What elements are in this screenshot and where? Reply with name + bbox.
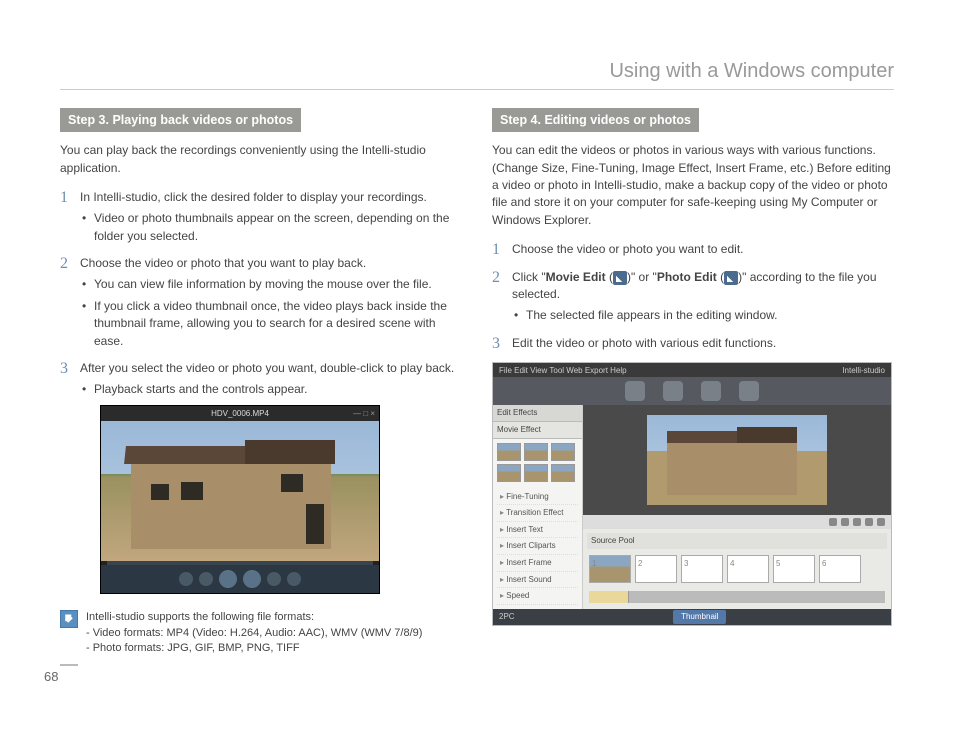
tool-icon [625,381,645,401]
step-number: 2 [492,269,504,325]
editor-menubar: File Edit View Tool Web Export Help Inte… [493,363,891,377]
page-number: 68 [44,669,58,684]
list-item: Insert Text [497,522,578,539]
control-icon [829,518,837,526]
right-column: Step 4. Editing videos or photos You can… [492,108,894,657]
step3-badge: Step 3. Playing back videos or photos [60,108,301,132]
left-column: Step 3. Playing back videos or photos Yo… [60,108,462,657]
player-controls [101,565,379,593]
step4-badge: Step 4. Editing videos or photos [492,108,699,132]
timeline-frame: 6 [819,555,861,583]
list-item: Fine-Tuning [497,489,578,506]
note-line: Intelli-studio supports the following fi… [86,610,422,625]
step3-intro: You can play back the recordings conveni… [60,142,462,177]
photo-edit-icon [724,271,738,285]
bullet: You can view file information by moving … [80,276,462,293]
timeline-track [589,591,885,603]
forward-icon [267,572,281,586]
list-item: Insert Sound [497,572,578,589]
pause-icon [243,570,261,588]
step-text: Choose the video or photo you want to ed… [512,242,744,256]
note-icon [60,610,78,628]
step-text: Choose the video or photo that you want … [80,256,366,270]
step-text: After you select the video or photo you … [80,361,454,375]
list-item: Speed [497,588,578,605]
timeline-frame: 5 [773,555,815,583]
step-number: 3 [60,360,72,600]
step-number: 3 [492,335,504,353]
sidebar-header: Edit Effects [493,405,582,422]
status-left: 2PC [499,611,515,623]
next-icon [287,572,301,586]
bullet: Video or photo thumbnails appear on the … [80,210,462,245]
step-text: In Intelli-studio, click the desired fol… [80,190,427,204]
step-number: 2 [60,255,72,350]
step4-intro: You can edit the videos or photos in var… [492,142,894,229]
step-text: Click "Movie Edit ()" or "Photo Edit ()"… [512,270,877,301]
timeline-frame: 3 [681,555,723,583]
bullet: If you click a video thumbnail once, the… [80,298,462,350]
bullet: Playback starts and the controls appear. [80,381,462,398]
tool-icon [663,381,683,401]
note-box: Intelli-studio supports the following fi… [60,610,462,656]
editor-playback-controls [583,515,891,529]
step-text: Edit the video or photo with various edi… [512,336,776,350]
editor-figure: File Edit View Tool Web Export Help Inte… [492,362,892,626]
step-number: 1 [492,241,504,259]
player-video-frame [101,421,379,561]
list-item: Insert Cliparts [497,538,578,555]
window-controls-icon: — □ × [353,408,375,420]
editor-preview [583,405,891,515]
editor-brand: Intelli-studio [842,365,885,377]
editor-toolbar [493,377,891,405]
timeline-frame: 4 [727,555,769,583]
list-item: Transition Effect [497,505,578,522]
player-titlebar: HDV_0006.MP4 — □ × [101,406,379,422]
movie-edit-icon [613,271,627,285]
thumbnail-button: Thumbnail [673,610,726,624]
note-line: - Photo formats: JPG, GIF, BMP, PNG, TIF… [86,641,422,656]
list-item: Insert Frame [497,555,578,572]
tool-icon [701,381,721,401]
prev-icon [179,572,193,586]
player-filename: HDV_0006.MP4 [211,408,269,420]
video-player-figure: HDV_0006.MP4 — □ × [100,405,380,595]
effect-thumb [497,443,521,461]
rewind-icon [199,572,213,586]
editor-statusbar: 2PC Thumbnail [493,609,891,625]
source-pool-header: Source Pool [587,533,887,549]
bullet: The selected file appears in the editing… [512,307,894,324]
timeline-frame: 2 [635,555,677,583]
timeline-frame: 1 [589,555,631,583]
tool-icon [739,381,759,401]
step-number: 1 [60,189,72,245]
play-icon [219,570,237,588]
page-title: Using with a Windows computer [60,60,894,90]
note-line: - Video formats: MP4 (Video: H.264, Audi… [86,626,422,641]
footer-rule [60,664,78,666]
sidebar-subheader: Movie Effect [493,422,582,439]
editor-sidebar: Edit Effects Movie Effect Fine-Tuning Tr… [493,405,583,609]
